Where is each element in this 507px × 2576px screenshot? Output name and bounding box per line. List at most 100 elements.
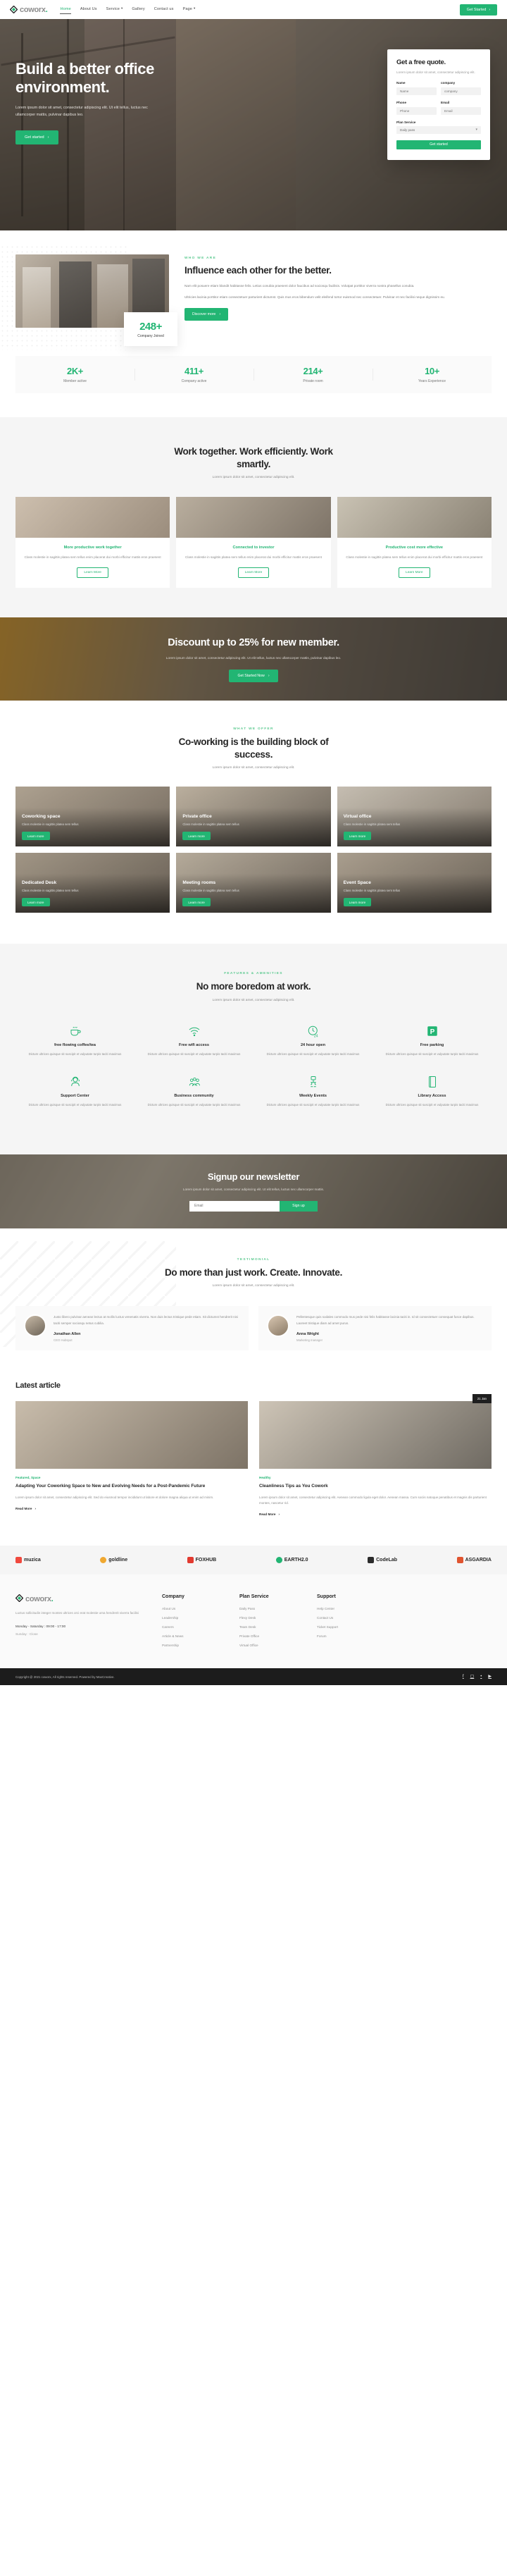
nav-item-page[interactable]: Page ▾ bbox=[183, 7, 196, 13]
email-input[interactable] bbox=[441, 106, 481, 115]
work-card-learn-more-button[interactable]: Learn More bbox=[237, 567, 270, 579]
tile-learn-more-button[interactable]: Learn more bbox=[22, 832, 50, 841]
footer-link-careers[interactable]: Careers bbox=[162, 1625, 239, 1629]
newsletter-content: Signup our newsletter Lorem ipsum dolor … bbox=[183, 1171, 324, 1212]
cowork-tile-event-space[interactable]: Event Space Class molestie in sagittis p… bbox=[337, 853, 492, 913]
youtube-icon[interactable]: ▶ bbox=[488, 1675, 492, 1679]
stat-company-active: 411+ Company active bbox=[134, 366, 254, 383]
cowork-tile-dedicated-desk[interactable]: Dedicated Desk Class molestie in sagitti… bbox=[15, 853, 170, 913]
cowork-tile-meeting-rooms[interactable]: Meeting rooms Class molestie in sagittis… bbox=[176, 853, 331, 913]
discount-cta-label: Get Started Now bbox=[237, 673, 265, 678]
instagram-icon[interactable]: ▢ bbox=[470, 1675, 475, 1679]
article-card[interactable]: Featured, Space Adapting Your Coworking … bbox=[15, 1401, 248, 1517]
newsletter-signup-button[interactable]: Sign up bbox=[279, 1200, 318, 1212]
footer-link-about-us[interactable]: About Us bbox=[162, 1607, 239, 1610]
read-more-label: Read More bbox=[15, 1507, 32, 1511]
company-input[interactable] bbox=[441, 87, 481, 95]
footer-link-article-news[interactable]: Article & News bbox=[162, 1634, 239, 1638]
tile-text: Class molestie in sagittis platea sem te… bbox=[343, 822, 401, 827]
partner-logo-label: CodeLab bbox=[376, 1558, 398, 1563]
tile-body: Private office Class molestie in sagitti… bbox=[182, 814, 324, 841]
article-card[interactable]: 21 Jan Healthy Cleanliness Tips as You C… bbox=[259, 1394, 492, 1517]
partner-logo-earth20: EARTH2.0 bbox=[275, 1557, 308, 1564]
work-card[interactable]: Productive cost more effective Class mol… bbox=[337, 497, 492, 588]
tile-text: Class molestie in sagittis platea sem te… bbox=[182, 822, 239, 827]
feature-text: Dictum ultrices quisque sit suscipit et … bbox=[28, 1102, 122, 1107]
nav-item-label: Home bbox=[60, 6, 71, 11]
discount-heading: Discount up to 25% for new member. bbox=[168, 637, 339, 649]
facebook-icon[interactable]: f bbox=[463, 1675, 464, 1679]
tile-body: Coworking space Class molestie in sagitt… bbox=[22, 814, 163, 841]
tile-learn-more-button[interactable]: Learn more bbox=[182, 898, 211, 907]
work-card[interactable]: Connected to investor Class molestie in … bbox=[176, 497, 331, 588]
plan-service-select[interactable]: Daily pass ▾ bbox=[396, 125, 481, 134]
article-excerpt: Lorem ipsum dolor sit amet, consectetur … bbox=[15, 1495, 214, 1499]
footer-link-help-center[interactable]: Help Center bbox=[317, 1607, 394, 1610]
chevron-down-icon: ▾ bbox=[193, 6, 196, 11]
articles-section: Latest article Featured, Space Adapting … bbox=[0, 1381, 507, 1546]
tile-learn-more-button[interactable]: Learn more bbox=[343, 832, 372, 841]
newsletter-form: Sign up bbox=[183, 1200, 324, 1212]
work-card[interactable]: More productive work together Class mole… bbox=[15, 497, 170, 588]
testimonial-quote: Pellentesque quis sodales commodo mus pe… bbox=[296, 1315, 475, 1325]
feature-title: Business community bbox=[174, 1093, 214, 1098]
diamond-logo-icon bbox=[15, 1594, 24, 1604]
article-read-more-link[interactable]: Read More › bbox=[15, 1507, 36, 1510]
footer-link-team-desk[interactable]: Team Desk bbox=[239, 1625, 317, 1629]
name-input[interactable] bbox=[396, 87, 437, 95]
chevron-down-icon: ▾ bbox=[120, 6, 123, 11]
footer-link-partnership[interactable]: Partnership bbox=[162, 1644, 239, 1647]
footer-link-contact-us[interactable]: Contact Us bbox=[317, 1616, 394, 1620]
work-card-learn-more-button[interactable]: Learn More bbox=[77, 567, 108, 579]
partner-logo-label: ASGARDIA bbox=[465, 1558, 492, 1563]
tile-learn-more-button[interactable]: Learn more bbox=[182, 832, 211, 841]
footer-link-private-office[interactable]: Private Office bbox=[239, 1634, 317, 1638]
nav-item-service[interactable]: Service ▾ bbox=[106, 7, 123, 13]
feature-title: Weekly Events bbox=[299, 1093, 327, 1098]
features-eyebrow: FEATURES & AMENITIES bbox=[224, 972, 283, 976]
twitter-icon[interactable]: • bbox=[480, 1675, 482, 1679]
quote-submit-button[interactable]: Get started bbox=[396, 140, 481, 149]
footer-link-daily-pass[interactable]: Daily Pass bbox=[239, 1607, 317, 1610]
avatar bbox=[24, 1314, 46, 1338]
nav-item-contact-us[interactable]: Contact us bbox=[154, 7, 174, 13]
nav-item-gallery[interactable]: Gallery bbox=[132, 7, 144, 13]
who-heading: Influence each other for the better. bbox=[184, 265, 332, 276]
partner-logo-asgardia: ASGARDIA bbox=[456, 1557, 492, 1564]
company-joined-number: 248+ bbox=[139, 320, 162, 333]
tile-learn-more-button[interactable]: Learn more bbox=[22, 898, 50, 907]
footer-link-forum[interactable]: Forum bbox=[317, 1634, 394, 1638]
coworking-section: WHAT WE OFFER Co-working is the building… bbox=[0, 701, 507, 944]
article-image: 21 Jan bbox=[259, 1394, 492, 1469]
footer-link-virtual-office[interactable]: Virtual Office bbox=[239, 1644, 317, 1647]
discover-more-button[interactable]: Discover more › bbox=[184, 308, 229, 321]
cowork-tile-private-office[interactable]: Private office Class molestie in sagitti… bbox=[176, 787, 331, 847]
brand-dot: . bbox=[45, 5, 48, 14]
copyright-bar: Copyright @ 2021 coworx, All rights rese… bbox=[0, 1668, 507, 1686]
cowork-tile-coworking-space[interactable]: Coworking space Class molestie in sagitt… bbox=[15, 787, 170, 847]
tile-learn-more-button[interactable]: Learn more bbox=[343, 898, 372, 907]
footer-brand-logo[interactable]: coworx. bbox=[15, 1594, 162, 1604]
who-paragraph-1: Nam elit posuere etiam blandit habitasse… bbox=[184, 283, 415, 288]
footer-link-ticket-support[interactable]: Ticket Support bbox=[317, 1625, 394, 1629]
nav-item-about-us[interactable]: About Us bbox=[80, 7, 97, 13]
article-read-more-link[interactable]: Read More › bbox=[259, 1512, 280, 1516]
brand-logo[interactable]: coworx. bbox=[10, 5, 48, 14]
cowork-header: WHAT WE OFFER Co-working is the building… bbox=[15, 727, 492, 770]
phone-input[interactable] bbox=[396, 106, 437, 115]
footer-link-leadership[interactable]: Leadership bbox=[162, 1616, 239, 1620]
hero-get-started-button[interactable]: Get started › bbox=[15, 130, 58, 144]
footer-column-support: Support Help Center Contact Us Ticket Su… bbox=[317, 1594, 394, 1647]
newsletter-email-input[interactable] bbox=[189, 1200, 280, 1212]
work-header: Work together. Work efficiently. Work sm… bbox=[15, 445, 492, 479]
nav-item-home[interactable]: Home bbox=[60, 6, 72, 14]
discount-cta-button[interactable]: Get Started Now › bbox=[229, 669, 278, 682]
work-card-learn-more-button[interactable]: Learn More bbox=[399, 567, 430, 579]
work-card-title: More productive work together bbox=[63, 546, 122, 550]
get-started-button[interactable]: Get Started › bbox=[459, 4, 497, 16]
tile-text: Class molestie in sagittis platea sem te… bbox=[343, 889, 401, 893]
cowork-tile-virtual-office[interactable]: Virtual office Class molestie in sagitti… bbox=[337, 787, 492, 847]
tile-title: Event Space bbox=[343, 880, 371, 886]
partner-logo-codelab: CodeLab bbox=[368, 1557, 398, 1564]
footer-link-flexy-desk[interactable]: Flexy Desk bbox=[239, 1616, 317, 1620]
